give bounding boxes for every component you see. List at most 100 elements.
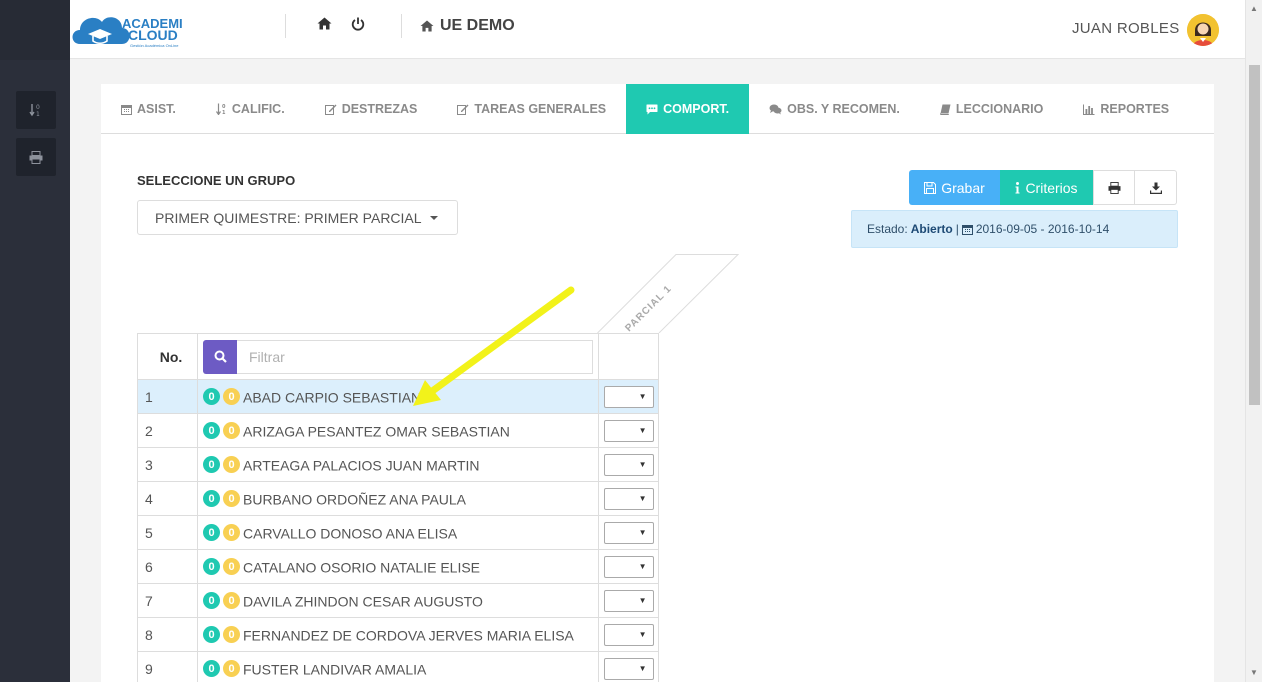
- academicloud-logo[interactable]: ACADEMI CLOUD Gestión Académica OnLine: [70, 6, 192, 52]
- grade-select[interactable]: ▼: [603, 453, 654, 476]
- column-header-no: No.: [137, 333, 198, 380]
- grade-cell: ▼: [598, 481, 659, 516]
- count-badge-teal[interactable]: 0: [203, 422, 220, 440]
- count-badge-yellow[interactable]: 0: [223, 524, 240, 542]
- count-badge-teal[interactable]: 0: [203, 388, 220, 406]
- student-cell: 0 0 FUSTER LANDIVAR AMALIA: [197, 651, 599, 682]
- parcial-column-cell: [598, 333, 659, 380]
- tab-reportes[interactable]: REPORTES: [1063, 84, 1189, 134]
- tab-asist[interactable]: ASIST.: [101, 84, 196, 134]
- count-badge-yellow[interactable]: 0: [223, 388, 240, 406]
- scroll-thumb[interactable]: [1249, 65, 1260, 405]
- table-row[interactable]: 6 0 0 CATALANO OSORIO NATALIE ELISE ▼: [137, 549, 659, 584]
- tab-destrezas[interactable]: DESTREZAS: [305, 84, 438, 134]
- student-name: DAVILA ZHINDON CESAR AUGUSTO: [243, 592, 483, 609]
- edit-icon: [457, 104, 469, 115]
- count-badge-teal[interactable]: 0: [203, 626, 220, 644]
- count-badge-teal[interactable]: 0: [203, 592, 220, 610]
- table-row[interactable]: 8 0 0 FERNANDEZ DE CORDOVA JERVES MARIA ELI…: [137, 617, 659, 652]
- comment-icon: [646, 104, 658, 114]
- search-icon: [214, 350, 227, 363]
- grade-select[interactable]: ▼: [603, 589, 654, 612]
- grade-select[interactable]: ▼: [603, 657, 654, 680]
- criterios-label: Criterios: [1025, 179, 1078, 196]
- print-button-sidebar[interactable]: [16, 138, 56, 176]
- row-number: 2: [137, 413, 198, 448]
- comments-icon: [769, 104, 782, 114]
- table-row[interactable]: 4 0 0 BURBANO ORDOÑEZ ANA PAULA ▼: [137, 481, 659, 516]
- logo-text-cloud: CLOUD: [128, 27, 178, 43]
- grade-select[interactable]: ▼: [603, 555, 654, 578]
- tab-calific[interactable]: 01 CALIFIC.: [196, 84, 305, 134]
- grupo-dropdown[interactable]: PRIMER QUIMESTRE: PRIMER PARCIAL: [137, 200, 458, 235]
- home-icon: [420, 20, 434, 32]
- school-name-text: UE DEMO: [440, 17, 515, 34]
- criterios-button[interactable]: Criterios: [1000, 170, 1093, 205]
- student-name: CATALANO OSORIO NATALIE ELISE: [243, 558, 481, 575]
- count-badge-yellow[interactable]: 0: [223, 456, 240, 474]
- user-name[interactable]: JUAN ROBLES: [1072, 20, 1180, 37]
- grade-cell: ▼: [598, 617, 659, 652]
- count-badge-yellow[interactable]: 0: [223, 422, 240, 440]
- row-number: 3: [137, 447, 198, 482]
- grade-cell: ▼: [598, 379, 659, 414]
- count-badge-teal[interactable]: 0: [203, 558, 220, 576]
- grade-cell: ▼: [598, 447, 659, 482]
- sort-numeric-icon: 01: [29, 104, 40, 117]
- tab-leccionario[interactable]: LECCIONARIO: [920, 84, 1064, 134]
- estado-date-range: 2016-09-05 - 2016-10-14: [975, 222, 1110, 236]
- grade-cell: ▼: [598, 651, 659, 682]
- count-badge-yellow[interactable]: 0: [223, 660, 240, 678]
- filter-search-button[interactable]: [203, 339, 237, 374]
- tab-tareas-generales[interactable]: TAREAS GENERALES: [437, 84, 626, 134]
- grade-select[interactable]: ▼: [603, 385, 654, 408]
- count-badge-teal[interactable]: 0: [203, 456, 220, 474]
- student-cell: 0 0 DAVILA ZHINDON CESAR AUGUSTO: [197, 583, 599, 618]
- count-badge-yellow[interactable]: 0: [223, 592, 240, 610]
- grade-select[interactable]: ▼: [603, 521, 654, 544]
- parcial-column-header: PARCIAL 1: [597, 254, 739, 333]
- power-button[interactable]: [351, 17, 365, 31]
- page-scrollbar[interactable]: ▲ ▼: [1245, 0, 1262, 682]
- sort-numeric-button[interactable]: 01: [16, 91, 56, 129]
- count-badge-yellow[interactable]: 0: [223, 626, 240, 644]
- table-row[interactable]: 9 0 0 FUSTER LANDIVAR AMALIA ▼: [137, 651, 659, 682]
- count-badge-yellow[interactable]: 0: [223, 558, 240, 576]
- scroll-up-arrow[interactable]: ▲: [1250, 4, 1258, 13]
- student-name: BURBANO ORDOÑEZ ANA PAULA: [243, 490, 467, 507]
- count-badge-teal[interactable]: 0: [203, 490, 220, 508]
- left-sidebar: 01: [0, 0, 70, 682]
- grade-select[interactable]: ▼: [603, 487, 654, 510]
- student-name: FUSTER LANDIVAR AMALIA: [243, 660, 427, 677]
- table-row[interactable]: 3 0 0 ARTEAGA PALACIOS JUAN MARTIN ▼: [137, 447, 659, 482]
- grade-select[interactable]: ▼: [603, 419, 654, 442]
- chevron-down-icon: [429, 215, 438, 220]
- row-number: 7: [137, 583, 198, 618]
- tab-label: LECCIONARIO: [955, 102, 1044, 116]
- tab-label: OBS. Y RECOMEN.: [787, 102, 900, 116]
- print-button[interactable]: [1093, 170, 1135, 205]
- grade-select[interactable]: ▼: [603, 623, 654, 646]
- annotation-arrow: [413, 286, 575, 406]
- sidebar-top: [0, 0, 70, 60]
- user-avatar[interactable]: [1187, 14, 1219, 46]
- logo-tagline: Gestión Académica OnLine: [130, 43, 179, 48]
- count-badge-teal[interactable]: 0: [203, 524, 220, 542]
- bar-chart-icon: [1083, 104, 1095, 115]
- student-cell: 0 0 CARVALLO DONOSO ANA ELISA: [197, 515, 599, 550]
- info-icon: [1015, 181, 1020, 193]
- download-button[interactable]: [1135, 170, 1177, 205]
- estado-separator: |: [955, 222, 959, 236]
- tab-obs-recomen[interactable]: OBS. Y RECOMEN.: [749, 84, 920, 134]
- tab-label: TAREAS GENERALES: [474, 102, 607, 116]
- home-button[interactable]: [317, 17, 332, 30]
- count-badge-teal[interactable]: 0: [203, 660, 220, 678]
- student-cell: 0 0 FERNANDEZ DE CORDOVA JERVES MARIA ELIS…: [197, 617, 599, 652]
- count-badge-yellow[interactable]: 0: [223, 490, 240, 508]
- table-row[interactable]: 5 0 0 CARVALLO DONOSO ANA ELISA ▼: [137, 515, 659, 550]
- table-row[interactable]: 7 0 0 DAVILA ZHINDON CESAR AUGUSTO ▼: [137, 583, 659, 618]
- table-row[interactable]: 2 0 0 ARIZAGA PESANTEZ OMAR SEBASTIAN ▼: [137, 413, 659, 448]
- grabar-button[interactable]: Grabar: [909, 170, 1000, 205]
- tab-comport[interactable]: COMPORT.: [626, 84, 750, 134]
- scroll-down-arrow[interactable]: ▼: [1250, 668, 1258, 677]
